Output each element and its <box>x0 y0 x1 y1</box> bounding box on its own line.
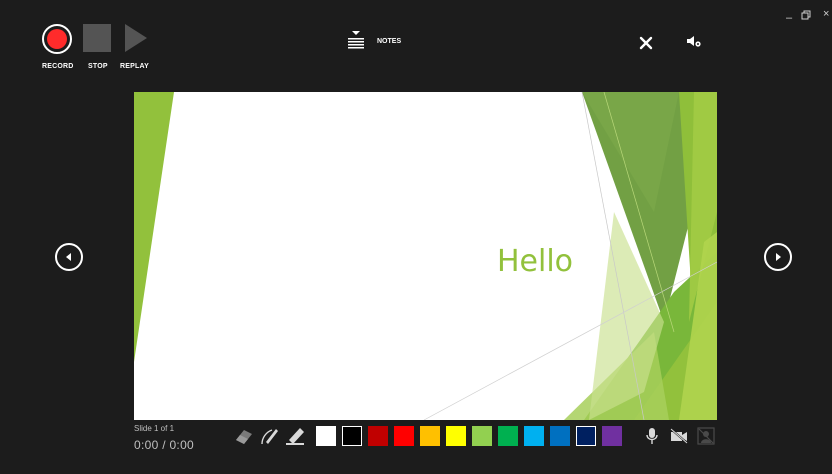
chevron-left-icon <box>66 253 71 261</box>
eraser-button[interactable] <box>233 426 255 451</box>
close-icon <box>639 36 653 50</box>
restore-icon <box>801 10 811 20</box>
close-window-button[interactable]: × <box>823 8 829 20</box>
notes-label: NOTES <box>377 38 402 45</box>
color-swatch-yellow[interactable] <box>446 426 466 446</box>
color-swatch-green[interactable] <box>498 426 518 446</box>
minimize-button[interactable]: – <box>786 12 792 24</box>
camera-preview-off-icon <box>697 427 715 445</box>
replay-icon <box>125 24 147 52</box>
chevron-right-icon <box>776 253 781 261</box>
record-label: RECORD <box>42 63 74 70</box>
replay-button[interactable] <box>125 24 147 52</box>
camera-preview-toggle[interactable] <box>697 427 715 450</box>
microphone-toggle[interactable] <box>644 426 660 451</box>
highlighter-button[interactable] <box>284 426 306 451</box>
stop-icon <box>83 24 111 52</box>
color-swatch-dark-red[interactable] <box>368 426 388 446</box>
eraser-icon <box>236 430 252 444</box>
camera-off-icon <box>670 428 688 444</box>
restore-button[interactable] <box>801 10 811 23</box>
record-icon <box>42 24 72 54</box>
audio-settings-button[interactable] <box>686 35 702 54</box>
slide-counter: Slide 1 of 1 <box>134 424 175 433</box>
slide-background-graphic <box>134 92 717 420</box>
color-swatch-orange[interactable] <box>420 426 440 446</box>
color-swatch-blue[interactable] <box>550 426 570 446</box>
slide-canvas: Hello <box>134 92 717 420</box>
color-swatch-black[interactable] <box>342 426 362 446</box>
highlighter-icon <box>286 428 304 445</box>
next-slide-button[interactable] <box>764 243 792 271</box>
notes-icon <box>348 31 364 49</box>
color-swatch-light-green[interactable] <box>472 426 492 446</box>
color-swatch-red[interactable] <box>394 426 414 446</box>
close-button[interactable] <box>639 36 653 55</box>
slide-title: Hello <box>497 244 574 279</box>
replay-label: REPLAY <box>120 63 149 70</box>
stop-label: STOP <box>88 63 108 70</box>
pen-icon <box>261 429 278 445</box>
speaker-settings-icon <box>687 36 701 47</box>
color-swatch-light-blue[interactable] <box>524 426 544 446</box>
color-swatch-dark-blue[interactable] <box>576 426 596 446</box>
camera-toggle[interactable] <box>669 427 689 450</box>
record-button[interactable] <box>42 24 72 54</box>
color-swatch-purple[interactable] <box>602 426 622 446</box>
recording-timer: 0:00 / 0:00 <box>134 438 195 452</box>
previous-slide-button[interactable] <box>55 243 83 271</box>
microphone-icon <box>646 428 658 444</box>
pen-button[interactable] <box>258 426 280 451</box>
stop-button[interactable] <box>83 24 111 52</box>
color-swatch-white[interactable] <box>316 426 336 446</box>
